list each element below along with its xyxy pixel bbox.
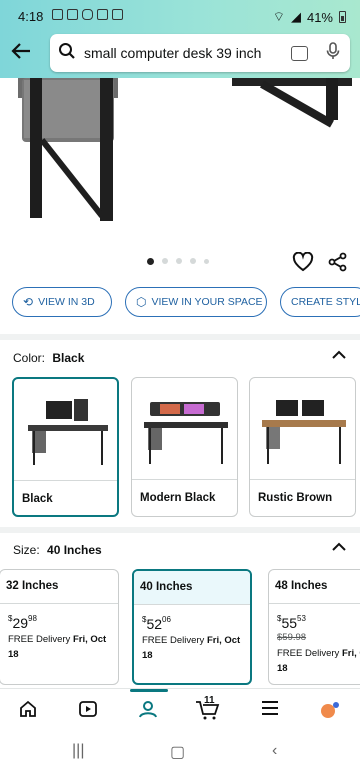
price-fraction: 53 [297,614,306,623]
delivery-label: FREE Delivery [277,648,342,659]
collapse-chevron-icon[interactable] [332,347,346,363]
view-in-your-space-button[interactable]: ⬡ VIEW IN YOUR SPACE [125,287,267,317]
home-icon[interactable] [10,699,46,723]
color-label: Color: [13,351,46,365]
color-option-rustic-brown[interactable]: Rustic Brown [249,377,356,517]
system-nav-bar: ||| ▢ ‹ [0,732,360,772]
active-tab-indicator [130,689,168,692]
view-in-3d-label: VIEW IN 3D [38,296,95,308]
color-option-name: Modern Black [140,492,216,504]
video-icon[interactable] [70,699,106,723]
desk-thumbnail [14,379,117,481]
product-image[interactable] [0,78,360,248]
cart-icon[interactable]: 11 [190,695,226,723]
share-icon[interactable] [328,252,348,277]
back-nav-icon[interactable]: ‹ [272,742,277,760]
size-option-40-inches[interactable]: 40 Inches $5206 FREE Delivery Fri, Oct 1… [132,569,252,685]
recent-apps-icon[interactable]: ||| [72,742,84,760]
instagram-icon [82,9,93,20]
price-whole: 52 [146,616,163,632]
search-input[interactable]: small computer desk 39 inch [84,45,282,61]
rotate-3d-icon: ⟲ [23,295,34,309]
signal-icon: ◢ [290,9,301,24]
photo-notification-icon [52,9,63,20]
account-icon[interactable] [130,699,166,723]
color-option-modern-black[interactable]: Modern Black [131,377,238,517]
create-style-button[interactable]: CREATE STYLE [280,287,360,317]
notification-icons [52,9,123,20]
size-option-price: $5553 [277,614,306,631]
color-selected-value: Black [52,351,85,365]
app-header: 4:18 ⌔ ◢ 41% small computer desk 39 inch [0,0,360,78]
wifi-icon: ⌔ [272,9,285,24]
size-option-name: 32 Inches [0,570,118,604]
size-option-list-price: $59.98 [277,632,307,643]
price-whole: 29 [12,615,29,631]
create-style-label: CREATE STYLE [291,296,360,308]
price-fraction: 98 [28,614,37,623]
color-option-name: Black [22,493,53,505]
view-in-your-space-label: VIEW IN YOUR SPACE [151,296,263,308]
status-bar: 4:18 ⌔ ◢ 41% [0,0,360,34]
bottom-nav: 11 [0,688,360,732]
delivery-label: FREE Delivery [142,635,207,646]
color-selector-label: Color: Black [13,351,84,365]
linkedin-icon [97,9,108,20]
carousel-dot[interactable] [204,259,209,264]
battery-level: 41% [306,9,333,25]
price-fraction: 06 [162,615,171,624]
status-time: 4:18 [18,9,44,24]
size-selector-label: Size: 40 Inches [13,543,102,557]
search-icon [50,42,84,65]
delivery-info: FREE Delivery Fri, Oct 18 [277,646,360,676]
back-arrow-icon[interactable] [10,40,32,62]
size-option-32-inches[interactable]: 32 Inches $2998 FREE Delivery Fri, Oct 1… [0,569,119,685]
linkedin-icon-2 [112,9,123,20]
carousel-dot[interactable] [190,258,196,264]
desk-thumbnail [132,378,237,480]
section-divider [0,527,360,533]
size-selected-value: 40 Inches [47,543,102,557]
desk-thumbnail [250,378,355,480]
size-label: Size: [13,543,40,557]
color-option-black[interactable]: Black [12,377,119,517]
delivery-info: FREE Delivery Fri, Oct 18 [8,632,118,662]
image-carousel-dots [147,258,209,265]
size-option-48-inches[interactable]: 48 Inches $5553 $59.98 FREE Delivery Fri… [268,569,360,685]
size-option-name: 40 Inches [134,571,250,605]
desk-illustration [18,78,352,221]
missed-call-icon [67,9,78,20]
rufus-ai-icon[interactable] [312,699,348,723]
status-right: ⌔ ◢ 41% [273,9,346,25]
collapse-chevron-icon[interactable] [332,539,346,555]
home-button-icon[interactable]: ▢ [170,742,185,762]
delivery-info: FREE Delivery Fri, Oct 18 [142,633,250,663]
battery-icon [339,11,346,23]
color-option-name: Rustic Brown [258,492,333,504]
carousel-dot[interactable] [176,258,182,264]
view-in-3d-button[interactable]: ⟲ VIEW IN 3D [12,287,112,317]
menu-icon[interactable] [252,699,288,723]
size-option-name: 48 Inches [269,570,360,604]
size-option-price: $2998 [8,614,37,631]
carousel-dot[interactable] [162,258,168,264]
carousel-dot[interactable] [147,258,154,265]
delivery-label: FREE Delivery [8,634,73,645]
size-option-price: $5206 [142,615,171,632]
section-divider [0,334,360,340]
camera-search-icon[interactable] [282,43,316,63]
heart-icon[interactable] [292,251,314,278]
microphone-icon[interactable] [316,41,350,65]
search-bar[interactable]: small computer desk 39 inch [50,34,350,72]
cart-count-badge: 11 [204,695,215,706]
price-whole: 55 [281,615,298,631]
ar-cube-icon: ⬡ [136,295,147,309]
